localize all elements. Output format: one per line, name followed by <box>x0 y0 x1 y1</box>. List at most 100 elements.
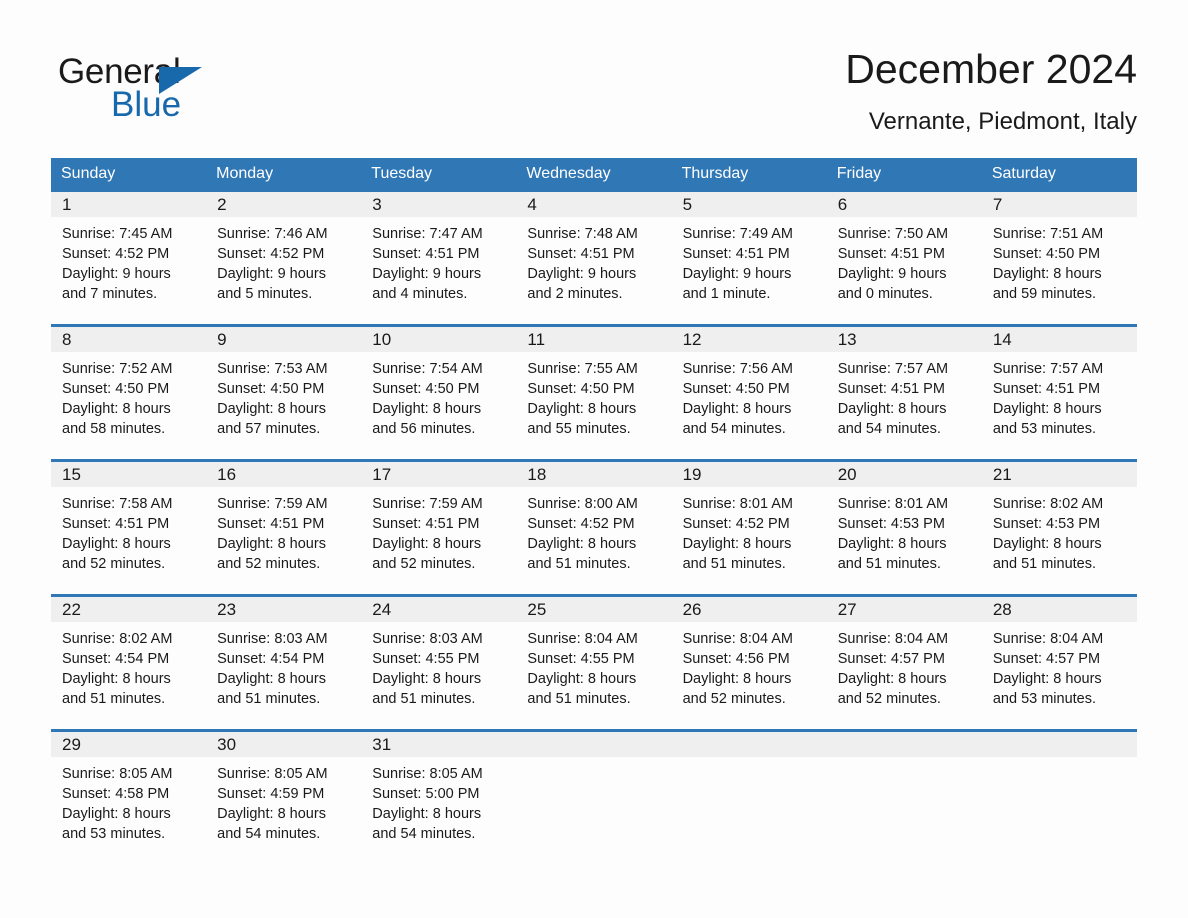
daylight-text-line1: Daylight: 8 hours <box>527 671 637 687</box>
sunrise-text: Sunrise: 8:05 AM <box>217 766 328 782</box>
daylight-text-line2: and 2 minutes. <box>527 286 623 302</box>
calendar-day-cell[interactable]: 25 Sunrise: 8:04 AM Sunset: 4:55 PM Dayligh… <box>516 597 672 729</box>
daylight-text-line2: and 51 minutes. <box>682 556 786 572</box>
calendar-day-cell[interactable]: 1 Sunrise: 7:45 AM Sunset: 4:52 PM Daylight… <box>51 192 207 324</box>
sunrise-text: Sunrise: 8:04 AM <box>837 631 949 647</box>
sunset-text: Sunset: 4:51 PM <box>992 381 1101 397</box>
calendar-day-cell[interactable]: 27 Sunrise: 8:04 AM Sunset: 4:57 PM Dayligh… <box>826 597 982 729</box>
calendar-day-cell[interactable]: 30 Sunrise: 8:05 AM Sunset: 4:59 PM Dayligh… <box>206 732 362 847</box>
day-info: Sunrise: 7:47 AM Sunset: 4:51 PM Daylight:… <box>361 217 516 304</box>
day-info: Sunrise: 7:58 AM Sunset: 4:51 PM Daylight:… <box>51 487 206 574</box>
calendar-day-cell[interactable]: 18 Sunrise: 8:00 AM Sunset: 4:52 PM Dayligh… <box>516 462 672 594</box>
day-number-band <box>981 732 1137 757</box>
daylight-text-line2: and 51 minutes. <box>837 556 941 572</box>
day-number-band: 3 <box>361 192 517 217</box>
day-number: 29 <box>62 735 81 754</box>
sunrise-text: Sunrise: 8:02 AM <box>992 496 1104 512</box>
day-number-band: 12 <box>671 327 827 352</box>
calendar-day-cell[interactable]: 7 Sunrise: 7:51 AM Sunset: 4:50 PM Daylight… <box>981 192 1137 324</box>
day-number-band: 22 <box>51 597 207 622</box>
day-info: Sunrise: 8:04 AM Sunset: 4:57 PM Daylight:… <box>827 622 982 709</box>
daylight-text-line2: and 51 minutes. <box>217 691 321 707</box>
day-number-band: 21 <box>981 462 1137 487</box>
daylight-text-line1: Daylight: 8 hours <box>992 671 1102 687</box>
calendar-day-cell[interactable]: 28 Sunrise: 8:04 AM Sunset: 4:57 PM Dayligh… <box>981 597 1137 729</box>
daylight-text-line1: Daylight: 8 hours <box>62 401 171 417</box>
day-info: Sunrise: 8:03 AM Sunset: 4:55 PM Daylight:… <box>361 622 516 709</box>
day-number-band: 7 <box>981 192 1137 217</box>
daylight-text-line2: and 51 minutes. <box>527 556 631 572</box>
day-info: Sunrise: 7:59 AM Sunset: 4:51 PM Daylight:… <box>361 487 516 574</box>
calendar-day-cell[interactable]: 20 Sunrise: 8:01 AM Sunset: 4:53 PM Dayligh… <box>826 462 982 594</box>
sunset-text: Sunset: 4:51 PM <box>837 381 945 397</box>
sunset-text: Sunset: 4:57 PM <box>837 651 945 667</box>
weekday-header-sunday: Sunday <box>61 165 116 182</box>
daylight-text-line1: Daylight: 8 hours <box>527 536 637 552</box>
calendar-day-cell[interactable]: 23 Sunrise: 8:03 AM Sunset: 4:54 PM Dayligh… <box>206 597 362 729</box>
calendar-day-cell[interactable]: 14 Sunrise: 7:57 AM Sunset: 4:51 PM Dayligh… <box>981 327 1137 459</box>
calendar-day-cell[interactable]: 13 Sunrise: 7:57 AM Sunset: 4:51 PM Dayligh… <box>826 327 982 459</box>
calendar-day-cell[interactable]: 8 Sunrise: 7:52 AM Sunset: 4:50 PM Daylight… <box>51 327 207 459</box>
day-number: 1 <box>62 195 72 214</box>
calendar-day-cell-empty <box>826 732 982 847</box>
day-info: Sunrise: 8:02 AM Sunset: 4:54 PM Daylight:… <box>51 622 206 709</box>
calendar-day-cell[interactable]: 19 Sunrise: 8:01 AM Sunset: 4:52 PM Dayligh… <box>671 462 827 594</box>
day-number: 7 <box>992 195 1003 214</box>
day-number-band: 25 <box>516 597 672 622</box>
day-number-band <box>516 732 672 757</box>
daylight-text-line1: Daylight: 8 hours <box>372 671 482 687</box>
daylight-text-line2: and 52 minutes. <box>372 556 476 572</box>
calendar-day-cell[interactable]: 11 Sunrise: 7:55 AM Sunset: 4:50 PM Dayligh… <box>516 327 672 459</box>
daylight-text-line2: and 1 minute. <box>682 286 771 302</box>
title-block: December 2024 Vernante, Piedmont, Italy <box>845 44 1137 138</box>
day-number-band: 19 <box>671 462 827 487</box>
calendar-day-cell[interactable]: 26 Sunrise: 8:04 AM Sunset: 4:56 PM Dayligh… <box>671 597 827 729</box>
daylight-text-line1: Daylight: 9 hours <box>372 266 482 282</box>
weekday-header-friday: Friday <box>836 165 882 182</box>
sunset-text: Sunset: 4:52 PM <box>527 516 635 532</box>
daylight-text-line1: Daylight: 8 hours <box>62 671 171 687</box>
calendar-day-cell[interactable]: 21 Sunrise: 8:02 AM Sunset: 4:53 PM Dayligh… <box>981 462 1137 594</box>
day-number: 20 <box>837 465 857 484</box>
daylight-text-line2: and 0 minutes. <box>837 286 933 302</box>
calendar-page: General Blue December 2024 Vernante, Pie… <box>0 0 1188 918</box>
calendar-day-cell[interactable]: 22 Sunrise: 8:02 AM Sunset: 4:54 PM Dayligh… <box>51 597 207 729</box>
daylight-text-line1: Daylight: 8 hours <box>527 401 637 417</box>
day-info: Sunrise: 7:48 AM Sunset: 4:51 PM Daylight:… <box>516 217 671 304</box>
daylight-text-line2: and 51 minutes. <box>527 691 631 707</box>
daylight-text-line1: Daylight: 8 hours <box>217 671 326 687</box>
calendar-day-cell[interactable]: 16 Sunrise: 7:59 AM Sunset: 4:51 PM Dayligh… <box>206 462 362 594</box>
day-info: Sunrise: 7:55 AM Sunset: 4:50 PM Daylight:… <box>516 352 671 439</box>
calendar-day-cell[interactable]: 5 Sunrise: 7:49 AM Sunset: 4:51 PM Daylight… <box>671 192 827 324</box>
day-number: 2 <box>217 195 227 214</box>
calendar-day-cell[interactable]: 17 Sunrise: 7:59 AM Sunset: 4:51 PM Dayligh… <box>361 462 517 594</box>
calendar-day-cell[interactable]: 12 Sunrise: 7:56 AM Sunset: 4:50 PM Dayligh… <box>671 327 827 459</box>
sunrise-text: Sunrise: 8:03 AM <box>372 631 483 647</box>
daylight-text-line2: and 53 minutes. <box>992 421 1097 437</box>
calendar-day-cell[interactable]: 3 Sunrise: 7:47 AM Sunset: 4:51 PM Daylight… <box>361 192 517 324</box>
day-number-band: 8 <box>51 327 207 352</box>
sunset-text: Sunset: 4:51 PM <box>217 516 325 532</box>
logo-text-blue: Blue <box>111 85 182 124</box>
calendar-day-cell[interactable]: 24 Sunrise: 8:03 AM Sunset: 4:55 PM Dayligh… <box>361 597 517 729</box>
daylight-text-line1: Daylight: 8 hours <box>992 266 1102 282</box>
calendar-day-cell[interactable]: 10 Sunrise: 7:54 AM Sunset: 4:50 PM Dayligh… <box>361 327 517 459</box>
calendar-day-cell[interactable]: 2 Sunrise: 7:46 AM Sunset: 4:52 PM Daylight… <box>206 192 362 324</box>
calendar-day-cell[interactable]: 15 Sunrise: 7:58 AM Sunset: 4:51 PM Dayligh… <box>51 462 207 594</box>
calendar-day-cell[interactable]: 9 Sunrise: 7:53 AM Sunset: 4:50 PM Daylight… <box>206 327 362 459</box>
sunrise-text: Sunrise: 7:49 AM <box>682 226 793 242</box>
calendar-day-cell[interactable]: 6 Sunrise: 7:50 AM Sunset: 4:51 PM Daylight… <box>826 192 982 324</box>
day-number: 12 <box>682 330 702 349</box>
sunset-text: Sunset: 4:55 PM <box>527 651 635 667</box>
calendar-day-cell[interactable]: 4 Sunrise: 7:48 AM Sunset: 4:51 PM Daylight… <box>516 192 672 324</box>
generalblue-logo[interactable]: General Blue <box>58 52 298 132</box>
calendar-week-row: 8 Sunrise: 7:52 AM Sunset: 4:50 PM Daylight… <box>51 324 1137 459</box>
sunrise-text: Sunrise: 7:57 AM <box>992 361 1104 377</box>
daylight-text-line1: Daylight: 8 hours <box>682 401 792 417</box>
day-info: Sunrise: 7:59 AM Sunset: 4:51 PM Daylight:… <box>206 487 361 574</box>
daylight-text-line1: Daylight: 9 hours <box>62 266 171 282</box>
day-number-band: 1 <box>51 192 207 217</box>
calendar-day-cell[interactable]: 31 Sunrise: 8:05 AM Sunset: 5:00 PM Dayligh… <box>361 732 517 847</box>
calendar-day-cell-empty <box>516 732 672 847</box>
calendar-day-cell[interactable]: 29 Sunrise: 8:05 AM Sunset: 4:58 PM Dayligh… <box>51 732 207 847</box>
